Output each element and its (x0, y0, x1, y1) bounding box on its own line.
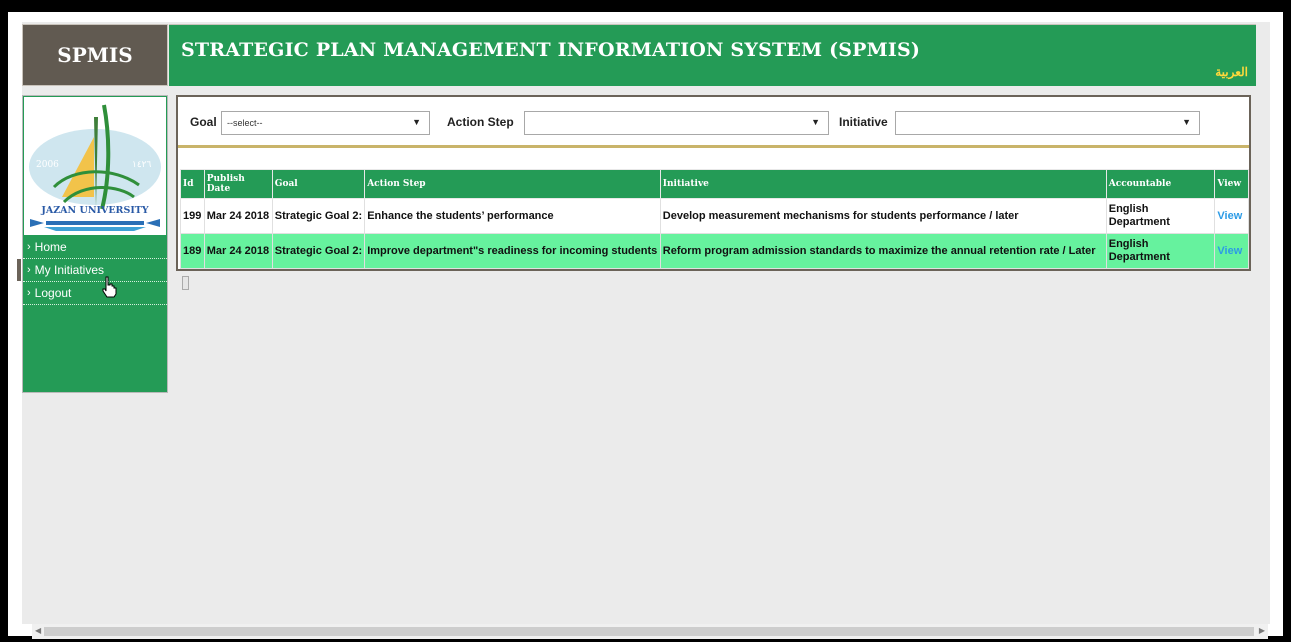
table-row: 189 Mar 24 2018 Strategic Goal 2: Improv… (180, 233, 1249, 269)
chevron-right-icon: › (27, 287, 31, 299)
table-header-row: Id Publish Date Goal Action Step Initiat… (180, 169, 1249, 199)
collapse-handle[interactable] (182, 276, 189, 290)
cell-goal: Strategic Goal 2: (271, 233, 366, 269)
cell-publish-date: Mar 24 2018 (203, 233, 273, 269)
dropdown-arrow-icon: ▼ (412, 117, 421, 127)
cell-initiative: Reform program admission standards to ma… (659, 233, 1107, 269)
sidebar-item-label: Home (34, 240, 67, 254)
sidebar-item-home[interactable]: › Home (23, 236, 167, 259)
initiatives-table: Id Publish Date Goal Action Step Initiat… (180, 169, 1249, 269)
language-switch-link[interactable]: العربية (1215, 65, 1248, 79)
divider (178, 145, 1249, 148)
column-header-action-step: Action Step (364, 169, 661, 199)
sidebar: 2006 ١٤٢٦ JAZAN UNIVERSITY › Home › My I… (17, 95, 168, 393)
chevron-right-icon: › (27, 264, 31, 276)
cell-id: 199 (180, 198, 205, 234)
scrollbar-thumb[interactable] (44, 627, 1254, 636)
screen-frame: SPMIS STRATEGIC PLAN MANAGEMENT INFORMAT… (0, 0, 1291, 642)
cell-goal: Strategic Goal 2: (271, 198, 366, 234)
goal-select[interactable]: --select-- ▼ (221, 111, 430, 135)
page-title: STRATEGIC PLAN MANAGEMENT INFORMATION SY… (181, 39, 921, 61)
column-header-id: Id (180, 169, 205, 199)
main-panel: Goal --select-- ▼ Action Step ▼ Initiati… (176, 95, 1251, 271)
horizontal-scrollbar[interactable]: ◀ ▶ (32, 624, 1268, 639)
cell-action-step: Improve department"s readiness for incom… (364, 233, 661, 269)
initiative-label: Initiative (839, 115, 888, 129)
dropdown-arrow-icon: ▼ (1182, 117, 1191, 127)
sidebar-menu: › Home › My Initiatives › Logout (17, 236, 167, 305)
column-header-goal: Goal (271, 169, 366, 199)
page-header: STRATEGIC PLAN MANAGEMENT INFORMATION SY… (169, 24, 1256, 86)
sidebar-item-logout[interactable]: › Logout (23, 282, 167, 305)
view-link[interactable]: View (1214, 233, 1249, 269)
column-header-view: View (1214, 169, 1249, 199)
initiative-select[interactable]: ▼ (895, 111, 1200, 135)
cell-action-step: Enhance the students’ performance (364, 198, 661, 234)
cell-accountable: English Department (1105, 233, 1216, 269)
logo-university-name: JAZAN UNIVERSITY (40, 205, 148, 216)
sidebar-item-label: My Initiatives (34, 263, 105, 277)
logo-year-left: 2006 (36, 160, 59, 170)
filter-bar: Goal --select-- ▼ Action Step ▼ Initiati… (178, 97, 1249, 137)
logo-year-right: ١٤٢٦ (132, 160, 152, 170)
scroll-right-icon[interactable]: ▶ (1259, 626, 1265, 635)
cell-initiative: Develop measurement mechanisms for stude… (659, 198, 1107, 234)
dropdown-arrow-icon: ▼ (811, 117, 820, 127)
hand-cursor-icon (102, 276, 117, 298)
action-step-label: Action Step (447, 115, 514, 129)
column-header-initiative: Initiative (659, 169, 1107, 199)
cell-id: 189 (180, 233, 205, 269)
cell-publish-date: Mar 24 2018 (203, 198, 273, 234)
cell-accountable: English Department (1105, 198, 1216, 234)
sidebar-item-my-initiatives[interactable]: › My Initiatives (17, 259, 167, 282)
chevron-right-icon: › (27, 241, 31, 253)
browser-viewport: SPMIS STRATEGIC PLAN MANAGEMENT INFORMAT… (8, 12, 1283, 639)
column-header-publish-date: Publish Date (203, 169, 273, 199)
scroll-left-icon[interactable]: ◀ (35, 626, 41, 635)
goal-select-value: --select-- (227, 118, 263, 128)
column-header-accountable: Accountable (1105, 169, 1216, 199)
sidebar-item-label: Logout (34, 286, 72, 300)
goal-label: Goal (190, 115, 217, 129)
action-step-select[interactable]: ▼ (524, 111, 829, 135)
table-row: 199 Mar 24 2018 Strategic Goal 2: Enhanc… (180, 198, 1249, 234)
brand-logo-text: SPMIS (22, 24, 168, 86)
university-logo: 2006 ١٤٢٦ JAZAN UNIVERSITY (24, 97, 166, 235)
view-link[interactable]: View (1214, 198, 1249, 234)
